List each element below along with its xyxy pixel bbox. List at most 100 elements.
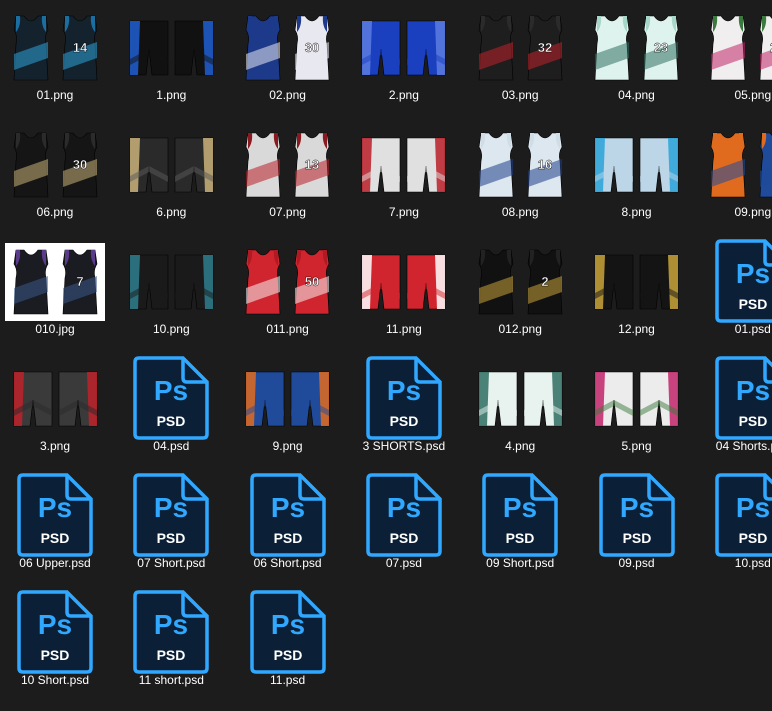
shorts-graphic (290, 371, 330, 427)
photoshop-file-icon: Ps PSD (482, 473, 558, 557)
psd-thumbnail: Ps PSD (587, 473, 687, 557)
image-thumbnail: 32 (470, 9, 570, 87)
image-thumbnail (587, 126, 687, 204)
jersey-graphic (710, 132, 746, 198)
jersey-graphic (710, 15, 746, 81)
jersey-graphic (245, 15, 281, 81)
file-item[interactable]: Ps PSD 01.psd (695, 239, 772, 360)
image-thumbnail (470, 360, 570, 438)
shorts-graphic (523, 371, 562, 427)
file-item[interactable]: Ps PSD 10 Short.psd (0, 590, 113, 711)
file-item[interactable]: 30 06.png (0, 126, 113, 243)
file-item[interactable]: Ps PSD 09.psd (579, 473, 695, 594)
shorts-graphic (245, 371, 285, 427)
jersey-graphic (13, 15, 48, 81)
svg-text:13: 13 (305, 157, 319, 172)
image-thumbnail: 23 (703, 9, 772, 87)
file-item[interactable]: Ps PSD 10.psd (695, 473, 772, 594)
image-thumbnail: 23 (587, 9, 687, 87)
file-item[interactable]: 2.png (346, 9, 462, 126)
file-item[interactable]: 10.png (113, 243, 229, 360)
file-item[interactable]: Ps PSD 07.psd (346, 473, 462, 594)
file-item[interactable]: Ps PSD 07 Short.psd (113, 473, 229, 594)
photoshop-file-icon: Ps PSD (715, 473, 772, 557)
image-thumbnail (587, 243, 687, 321)
file-name-label: 2.png (388, 88, 419, 102)
svg-text:PSD: PSD (738, 530, 767, 546)
file-name-label: 10 Short.psd (20, 673, 90, 687)
file-item[interactable]: 6.png (113, 126, 229, 243)
file-name-label: 3 SHORTS.psd (362, 439, 446, 453)
file-name-label: 7.png (388, 205, 419, 219)
file-name-label: 10.png (152, 322, 190, 336)
shorts-graphic (407, 137, 446, 193)
file-item[interactable]: 1.png (113, 9, 229, 126)
file-item[interactable]: Ps PSD 11.psd (230, 590, 346, 711)
file-item[interactable]: 8.png (579, 126, 695, 243)
jersey-graphic (13, 249, 48, 315)
shorts-graphic (362, 20, 401, 76)
file-item[interactable]: Ps PSD 04.psd (113, 356, 229, 477)
file-item[interactable]: 23 04.png (579, 9, 695, 126)
file-item[interactable]: 16 08.png (462, 126, 578, 243)
photoshop-file-icon: Ps PSD (598, 473, 675, 557)
shorts-graphic (129, 20, 169, 76)
shorts-graphic (407, 20, 446, 76)
photoshop-file-icon: Ps PSD (133, 356, 210, 440)
image-thumbnail (121, 243, 221, 321)
image-thumbnail (238, 360, 338, 438)
shorts-graphic (58, 371, 97, 427)
file-item[interactable]: Ps PSD 04 Shorts.psd (695, 356, 772, 477)
svg-text:Ps: Ps (270, 609, 304, 640)
jersey-graphic: 32 (527, 15, 563, 81)
file-name-label: 010.jpg (35, 322, 75, 336)
svg-text:PSD: PSD (273, 647, 302, 663)
file-name-label: 06 Short.psd (253, 556, 322, 570)
jersey-graphic (478, 132, 514, 198)
file-item[interactable]: Ps PSD 06 Short.psd (230, 473, 346, 594)
file-name-label: 9.png (272, 439, 303, 453)
file-item[interactable]: 14 01.png (0, 9, 113, 126)
file-item[interactable]: 23 05.png (695, 9, 772, 126)
file-item[interactable]: Ps PSD 3 SHORTS.psd (346, 356, 462, 477)
file-name-label: 3.png (39, 439, 71, 453)
file-name-label: 03.png (501, 88, 539, 102)
file-item[interactable]: 13 07.png (230, 126, 346, 243)
file-item[interactable]: Ps PSD 09 Short.psd (462, 473, 578, 594)
jersey-graphic (245, 249, 281, 315)
svg-text:Ps: Ps (387, 492, 421, 523)
file-item[interactable]: 7.png (346, 126, 462, 243)
image-thumbnail: 2 (470, 243, 570, 321)
shorts-graphic (174, 254, 214, 310)
jersey-graphic: 23 (759, 15, 772, 81)
image-thumbnail: 30 (5, 126, 105, 204)
file-item[interactable]: 8 09.png (695, 126, 772, 243)
jersey-graphic: 14 (62, 15, 97, 81)
file-item[interactable]: 12.png (579, 243, 695, 360)
file-item[interactable]: 32 03.png (462, 9, 578, 126)
file-item[interactable]: Ps PSD 06 Upper.psd (0, 473, 113, 594)
svg-text:Ps: Ps (270, 492, 304, 523)
psd-thumbnail: Ps PSD (354, 356, 454, 440)
file-item[interactable]: 9.png (230, 360, 346, 477)
file-item[interactable]: 2 012.png (462, 243, 578, 360)
file-name-label: 011.png (266, 322, 309, 336)
file-item[interactable]: Ps PSD 11 short.psd (113, 590, 229, 711)
file-item[interactable]: 3.png (0, 360, 113, 477)
svg-text:16: 16 (537, 157, 551, 172)
psd-thumbnail: Ps PSD (703, 356, 772, 440)
file-item[interactable]: 4.png (462, 360, 578, 477)
file-item[interactable]: 50 011.png (230, 243, 346, 360)
file-item[interactable]: 30 02.png (230, 9, 346, 126)
svg-text:7: 7 (76, 274, 83, 289)
svg-text:PSD: PSD (41, 530, 70, 546)
file-item[interactable]: 11.png (346, 243, 462, 360)
file-item[interactable]: 5.png (579, 360, 695, 477)
file-item[interactable]: 7 010.jpg (0, 243, 113, 360)
svg-text:PSD: PSD (389, 530, 418, 546)
psd-thumbnail: Ps PSD (238, 473, 338, 557)
image-thumbnail (354, 126, 454, 204)
svg-text:30: 30 (72, 157, 86, 172)
svg-text:PSD: PSD (157, 413, 186, 429)
psd-thumbnail: Ps PSD (121, 590, 221, 674)
